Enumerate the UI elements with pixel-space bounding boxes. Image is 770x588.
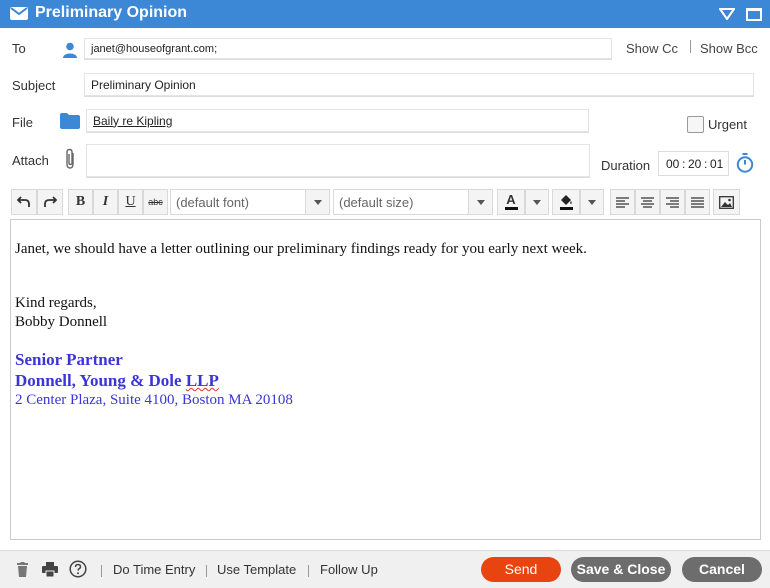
show-cc-link[interactable]: Show Cc [626,41,678,56]
duration-sep-2: : [704,157,708,171]
undo-icon [17,196,30,207]
show-bcc-link[interactable]: Show Bcc [700,41,758,56]
chevron-down-icon [314,200,322,205]
duration-sep-1: : [682,157,686,171]
text-color-swatch [504,207,518,210]
file-value[interactable]: Baily re Kipling [93,114,172,128]
send-button[interactable]: Send [481,557,561,582]
attach-field[interactable] [86,144,590,177]
subject-label: Subject [12,78,56,93]
text-color-dropdown[interactable] [525,189,549,215]
italic-icon: I [102,194,109,209]
file-label: File [12,115,33,130]
subject-value: Preliminary Opinion [91,77,196,92]
strikethrough-icon: abc [148,197,163,207]
underline-icon: U [125,194,136,209]
stopwatch-icon[interactable] [736,153,754,173]
paint-bucket-icon [561,194,572,205]
file-field[interactable]: Baily re Kipling [86,109,589,132]
contact-person-icon[interactable] [63,42,77,58]
align-center-icon [641,196,654,208]
highlight-color-dropdown[interactable] [580,189,604,215]
image-icon [719,195,734,209]
bold-button[interactable]: B [68,189,93,215]
signature-firm: Donnell, Young & Dole LLP [15,371,219,391]
align-left-button[interactable] [610,189,635,215]
save-close-button[interactable]: Save & Close [571,557,671,582]
signature-firm-suffix: LLP [185,371,219,390]
subject-field[interactable]: Preliminary Opinion [84,73,754,96]
cancel-button[interactable]: Cancel [682,557,762,582]
urgent-label: Urgent [708,117,748,132]
use-template-link[interactable]: Use Template [217,562,296,577]
body-sender-name: Bobby Donnell [15,314,108,330]
align-left-icon [616,196,629,208]
font-select[interactable]: (default font) [170,189,330,215]
size-select-arrow[interactable] [468,190,492,214]
duration-hours[interactable]: 00 [666,157,679,171]
underline-button[interactable]: U [118,189,143,215]
cc-bcc-divider [690,40,691,53]
align-center-button[interactable] [635,189,660,215]
title-bar: Preliminary Opinion [0,0,770,28]
justify-icon [691,196,704,208]
urgent-checkbox[interactable] [687,116,704,133]
print-icon[interactable] [42,562,58,577]
signature-firm-name: Donnell, Young & Dole [15,371,186,390]
body-closing: Kind regards, [15,295,97,311]
folder-icon[interactable] [60,113,80,129]
do-time-entry-link[interactable]: Do Time Entry [113,562,195,577]
to-field[interactable]: janet@houseofgrant.com; [84,38,612,59]
window-title: Preliminary Opinion [35,4,188,21]
duration-minutes[interactable]: 20 [688,157,701,171]
strikethrough-button[interactable]: abc [143,189,168,215]
to-value: janet@houseofgrant.com; [91,42,218,55]
text-color-button[interactable]: A [497,189,525,215]
message-body-editor[interactable]: Janet, we should have a letter outlining… [10,219,761,540]
bold-icon: B [75,194,86,209]
minimize-triangle-icon[interactable] [719,8,735,20]
maximize-icon[interactable] [746,8,762,21]
redo-icon [44,196,57,207]
attach-label: Attach [12,153,49,168]
redo-button[interactable] [37,189,63,215]
mail-icon [10,7,28,20]
footer-divider [308,565,309,577]
signature-address: 2 Center Plaza, Suite 4100, Boston MA 20… [15,392,293,408]
chevron-down-icon [477,200,485,205]
font-select-arrow[interactable] [305,190,329,214]
trash-icon[interactable] [17,562,28,577]
footer-divider [206,565,207,577]
size-select-value: (default size) [339,195,414,210]
text-color-letter: A [506,192,516,207]
paperclip-icon[interactable] [64,148,77,170]
insert-image-button[interactable] [713,189,740,215]
justify-button[interactable] [685,189,710,215]
chevron-down-icon [533,200,541,205]
text-color-icon: A [498,190,524,214]
body-line-1: Janet, we should have a letter outlining… [15,241,587,257]
align-right-button[interactable] [660,189,685,215]
duration-seconds[interactable]: 01 [710,157,723,171]
signature-title: Senior Partner [15,350,123,369]
align-right-icon [666,196,679,208]
size-select[interactable]: (default size) [333,189,493,215]
chevron-down-icon [588,200,596,205]
duration-label: Duration [601,158,651,173]
highlight-swatch [559,206,573,210]
undo-button[interactable] [11,189,37,215]
follow-up-link[interactable]: Follow Up [320,562,378,577]
highlight-icon [553,190,579,214]
footer-divider [101,565,102,577]
duration-field[interactable]: 00 : 20 : 01 [658,151,729,176]
font-select-value: (default font) [176,195,249,210]
italic-button[interactable]: I [93,189,118,215]
help-icon[interactable] [69,560,87,578]
to-label: To [12,41,26,56]
highlight-color-button[interactable] [552,189,580,215]
